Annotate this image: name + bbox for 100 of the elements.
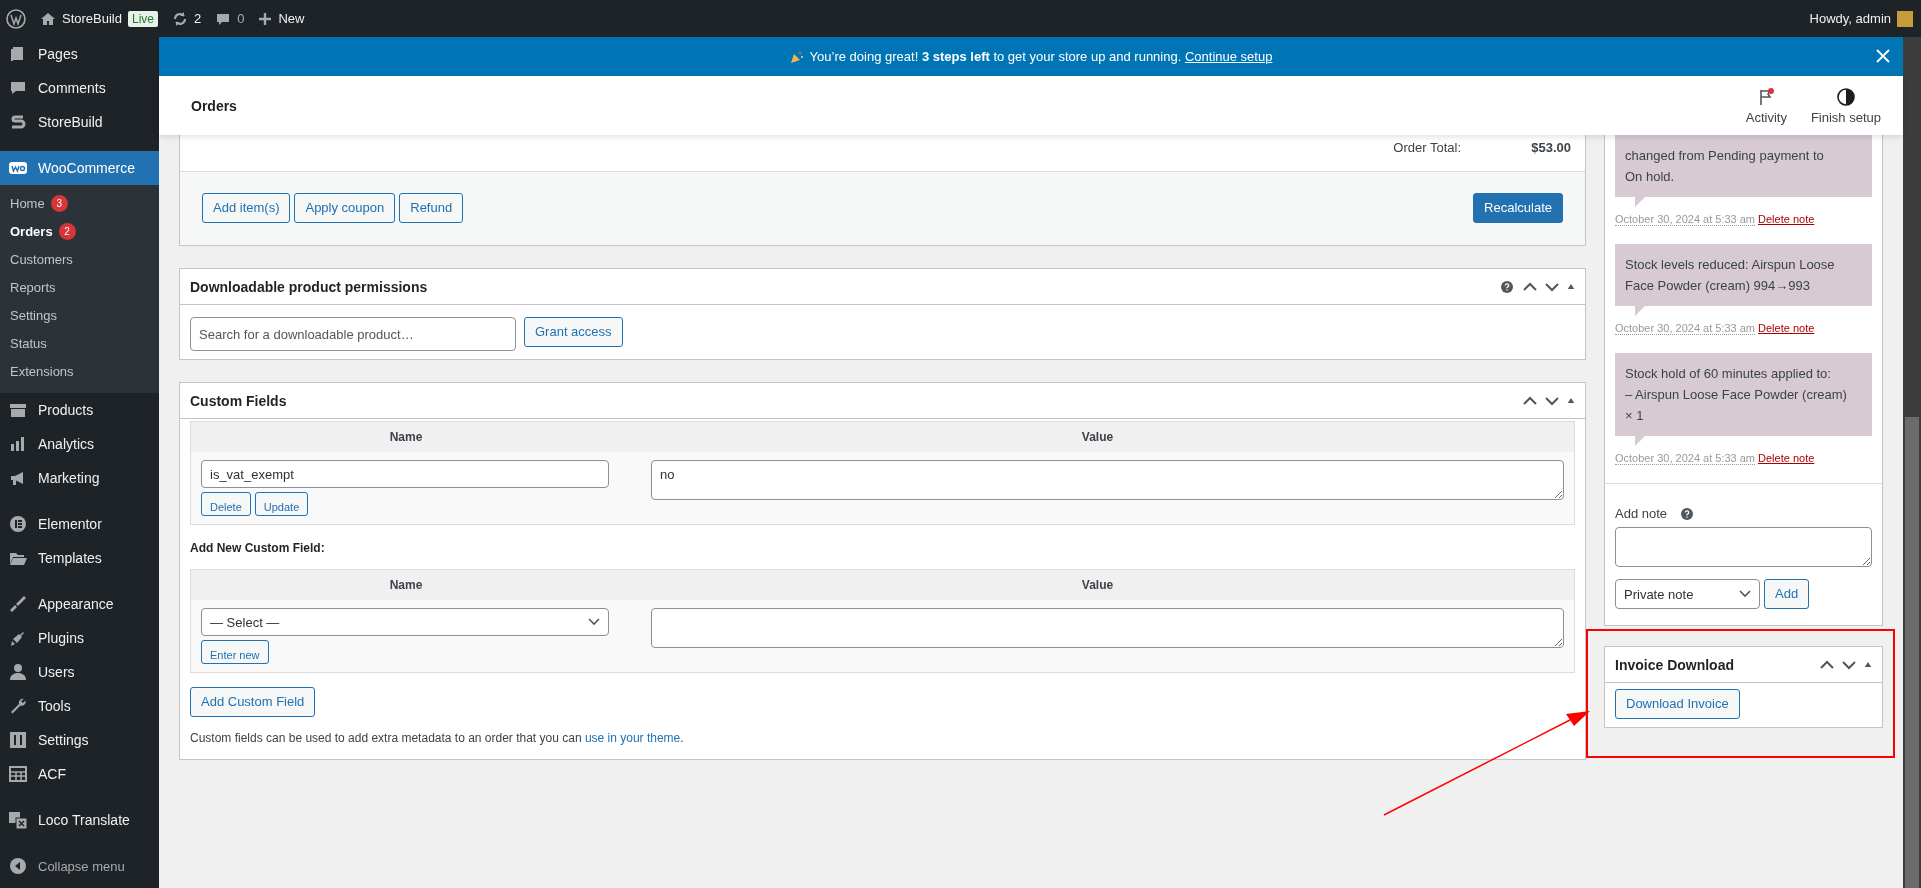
menu-item[interactable]: Marketing: [0, 461, 159, 495]
header-action[interactable]: Activity: [1733, 86, 1799, 125]
total-label: Order Total:: [1393, 140, 1461, 155]
menu-item[interactable]: WooCommerce: [0, 151, 159, 185]
home-icon: [40, 10, 56, 27]
add-note-label: Add note: [1615, 506, 1668, 521]
scrollbar[interactable]: [1903, 37, 1921, 888]
collapse-toggle-icon[interactable]: [1864, 661, 1872, 668]
menu-item[interactable]: ACF: [0, 757, 159, 791]
help-icon[interactable]: [1501, 280, 1513, 293]
enter-new-button[interactable]: Enter new: [201, 640, 269, 664]
submenu-item[interactable]: Customers: [0, 245, 159, 273]
site-name[interactable]: StoreBuild: [62, 11, 122, 26]
recalculate-button[interactable]: Recalculate: [1473, 193, 1563, 223]
wordpress-logo[interactable]: [6, 8, 26, 29]
column-header: Name: [388, 430, 424, 444]
speech-tail: [1635, 436, 1645, 446]
value-field[interactable]: no: [651, 460, 1564, 500]
close-icon[interactable]: [1875, 48, 1891, 64]
note-date: October 30, 2024 at 5:33 am: [1615, 322, 1756, 335]
submenu-item[interactable]: Status: [0, 329, 159, 357]
menu-item[interactable]: Plugins: [0, 621, 159, 655]
new-link[interactable]: New: [278, 11, 305, 26]
move-down-icon[interactable]: [1545, 281, 1559, 292]
elementor-icon: [8, 514, 28, 534]
menu-item[interactable]: Users: [0, 655, 159, 689]
add-note-button[interactable]: Add: [1764, 579, 1810, 609]
collapse-toggle-icon[interactable]: [1567, 283, 1575, 290]
menu-item[interactable]: Analytics: [0, 427, 159, 461]
value-field[interactable]: [651, 608, 1564, 648]
menu-item[interactable]: Products: [0, 393, 159, 427]
sliders-icon: [8, 730, 28, 750]
caret-icon: [1739, 590, 1751, 598]
submenu-item[interactable]: Orders 2: [0, 217, 159, 245]
note-date: October 30, 2024 at 5:33 am: [1615, 213, 1756, 226]
continue-setup-link[interactable]: Continue setup: [1184, 49, 1273, 64]
move-down-icon[interactable]: [1842, 659, 1856, 670]
speech-tail: [1635, 197, 1645, 207]
updates-count[interactable]: 2: [194, 11, 202, 26]
order-button[interactable]: Refund: [399, 193, 464, 223]
delete-note-link[interactable]: Delete note: [1758, 213, 1815, 226]
header-action[interactable]: Finish setup: [1798, 86, 1893, 125]
live-badge: Live: [128, 10, 158, 27]
caret-icon: [588, 618, 600, 626]
add-custom-field-button[interactable]: Add Custom Field: [190, 687, 316, 717]
menu-item[interactable]: Appearance: [0, 587, 159, 621]
help-icon[interactable]: [1681, 507, 1694, 520]
total-value: $53.00: [1530, 140, 1571, 155]
move-up-icon[interactable]: [1523, 281, 1537, 292]
refresh-icon: [172, 10, 188, 27]
half-circle-icon: [1835, 86, 1856, 107]
name-field[interactable]: is_vat_exempt: [201, 460, 609, 488]
move-down-icon[interactable]: [1545, 395, 1559, 406]
panel-title: Downloadable product permissions: [190, 278, 429, 295]
menu-item[interactable]: Comments: [0, 71, 159, 105]
submenu-item[interactable]: Home 3: [0, 189, 159, 217]
help-text: Custom fields can be used to add extra metadata to an order that you can use in your theme.: [190, 731, 685, 745]
order-note: changed from Pending payment to On hold.: [1615, 135, 1872, 197]
move-up-icon[interactable]: [1820, 659, 1834, 670]
brush-icon: [8, 594, 28, 614]
column-header: Value: [1080, 430, 1115, 444]
delete-note-link[interactable]: Delete note: [1758, 322, 1815, 335]
menu-item[interactable]: Settings: [0, 723, 159, 757]
table-icon: [8, 764, 28, 784]
plus-icon: [258, 11, 273, 26]
column-header: Name: [388, 578, 424, 592]
download-invoice-button[interactable]: Download Invoice: [1615, 689, 1740, 719]
collapse-icon: [8, 856, 28, 876]
user-icon: [8, 662, 28, 682]
menu-item[interactable]: Elementor: [0, 507, 159, 541]
note-date: October 30, 2024 at 5:33 am: [1615, 452, 1756, 465]
submenu-item[interactable]: Reports: [0, 273, 159, 301]
note-field[interactable]: [1615, 527, 1872, 567]
menu-item[interactable]: Tools: [0, 689, 159, 723]
greeting[interactable]: Howdy, admin: [1809, 11, 1891, 26]
avatar[interactable]: [1897, 10, 1913, 27]
panel-title: Custom Fields: [190, 392, 288, 409]
move-up-icon[interactable]: [1523, 395, 1537, 406]
grant-access-button[interactable]: Grant access: [524, 317, 623, 347]
submenu-item[interactable]: Settings: [0, 301, 159, 329]
name-select[interactable]: — Select —: [201, 608, 609, 636]
delete-note-link[interactable]: Delete note: [1758, 452, 1815, 465]
menu-item[interactable]: Pages: [0, 37, 159, 71]
menu-item[interactable]: Templates: [0, 541, 159, 575]
search-field[interactable]: Search for a downloadable product…: [190, 317, 516, 351]
order-button[interactable]: Apply coupon: [294, 193, 396, 223]
menu-item[interactable]: StoreBuild: [0, 105, 159, 139]
field-button[interactable]: Delete: [201, 492, 251, 516]
comments-count[interactable]: 0: [237, 11, 245, 26]
field-button[interactable]: Update: [254, 492, 309, 516]
order-button[interactable]: Add item(s): [202, 193, 291, 223]
count-badge: 2: [58, 222, 76, 240]
collapse-toggle-icon[interactable]: [1567, 397, 1575, 404]
submenu-item[interactable]: Extensions: [0, 357, 159, 385]
count-badge: 3: [50, 194, 68, 212]
banner-text: You’re doing great! 3 steps left to get your store up and running. Continue setup: [809, 49, 1273, 64]
collapse-menu[interactable]: Collapse menu: [0, 849, 159, 883]
menu-item[interactable]: Loco Translate: [0, 803, 159, 837]
note-type-select[interactable]: Private note: [1615, 579, 1760, 609]
panel-title: Invoice Download: [1615, 656, 1735, 673]
